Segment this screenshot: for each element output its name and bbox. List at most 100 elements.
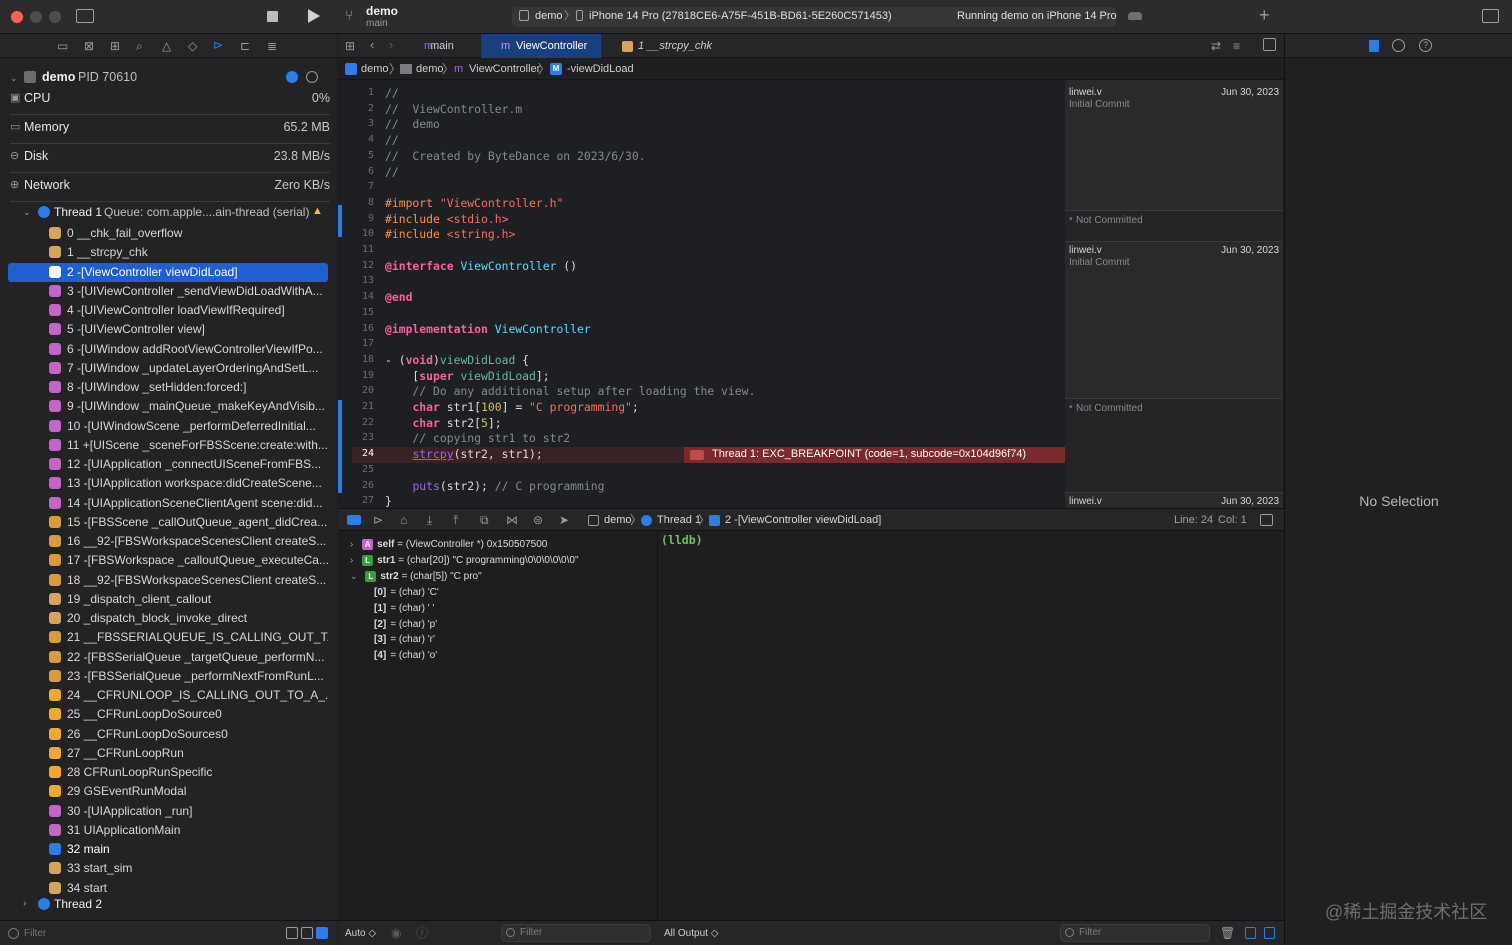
stack-frame[interactable]: 32 main xyxy=(8,840,328,859)
stack-frame[interactable]: 33 start_sim xyxy=(8,859,328,878)
line-number[interactable]: 20 xyxy=(338,385,374,396)
thread-2-row[interactable]: › Thread 2 xyxy=(8,896,328,914)
debug-thread[interactable]: Thread 1 xyxy=(657,514,701,526)
continue-icon[interactable]: ⊳ xyxy=(373,513,383,527)
code-line[interactable]: 10 #include <string.h> xyxy=(338,226,1065,242)
stack-frame[interactable]: 9 -[UIWindow _mainQueue_makeKeyAndVisib.… xyxy=(8,397,328,416)
line-number[interactable]: 16 xyxy=(338,323,374,334)
jump-file[interactable]: ViewController xyxy=(469,58,540,80)
thread-filter-icon[interactable] xyxy=(316,927,328,939)
blame-entry[interactable]: linwei.v Initial Commit Jun 30, 2023 xyxy=(1065,242,1283,399)
back-icon[interactable]: ‹ xyxy=(370,38,374,52)
stack-frame[interactable]: 19 _dispatch_client_callout xyxy=(8,590,328,609)
stack-frame[interactable]: 10 -[UIWindowScene _performDeferredIniti… xyxy=(8,417,328,436)
code-line[interactable]: 15 xyxy=(338,305,1065,321)
show-console-icon[interactable] xyxy=(1264,927,1275,939)
gauge-disk[interactable]: ⊖ Disk 23.8 MB/s xyxy=(10,144,330,173)
code-line[interactable]: 27} xyxy=(338,493,1065,508)
line-number[interactable]: 3 xyxy=(338,118,374,129)
blame-entry[interactable]: • Not Committed xyxy=(1065,399,1283,493)
gauge-network[interactable]: ⊕ Network Zero KB/s xyxy=(10,173,330,202)
step-into-icon[interactable]: ⤓ xyxy=(427,513,432,527)
blame-entry[interactable]: linwei.v Initial Commit Jun 30, 2023 xyxy=(1065,80,1283,211)
disclosure-open-icon[interactable]: ⌄ xyxy=(23,205,31,219)
refresh-icon[interactable]: ⇄ xyxy=(1211,39,1221,53)
code-line[interactable]: 22 char str2[5]; xyxy=(338,415,1065,431)
disclosure-closed-icon[interactable]: › xyxy=(23,897,26,911)
line-number[interactable]: 15 xyxy=(338,307,374,318)
view-hierarchy-icon[interactable]: ⧉ xyxy=(480,513,489,527)
adjust-editor-icon[interactable]: ≡ xyxy=(1233,39,1240,53)
trash-icon[interactable]: 🗑 xyxy=(1220,926,1235,940)
array-element[interactable]: [0] = (char) 'C' xyxy=(374,587,439,598)
line-number[interactable]: 24 xyxy=(338,448,374,459)
stack-frame[interactable]: 11 +[UIScene _sceneForFBSScene:create:wi… xyxy=(8,436,328,455)
line-number[interactable]: 5 xyxy=(338,150,374,161)
crash-filter-icon[interactable] xyxy=(286,927,298,939)
run-icon[interactable] xyxy=(308,9,320,23)
code-line[interactable]: 8 #import "ViewController.h" xyxy=(338,195,1065,211)
file-inspector-icon[interactable] xyxy=(1369,40,1379,52)
source-editor[interactable]: 1 // 2 // ViewController.m 3 // demo 4 // 5 // Cr… xyxy=(338,80,1065,508)
disclosure-open-icon[interactable]: ⌄ xyxy=(350,571,358,581)
stack-frame[interactable]: 18 __92-[FBSWorkspaceScenesClient create… xyxy=(8,571,328,590)
debug-frame[interactable]: 2 -[ViewController viewDidLoad] xyxy=(725,514,881,526)
show-variables-icon[interactable] xyxy=(1245,927,1256,939)
code-line[interactable]: 11 xyxy=(338,242,1065,258)
variable-str2[interactable]: ⌄ Lstr2 = (char[5]) "C pro" xyxy=(350,571,482,582)
blame-entry[interactable]: • Not Committed xyxy=(1065,211,1283,242)
line-number[interactable]: 26 xyxy=(338,480,374,491)
code-line[interactable]: 2 // ViewController.m xyxy=(338,101,1065,117)
folder-icon[interactable]: ▭ xyxy=(57,39,68,53)
error-banner[interactable]: Thread 1: EXC_BREAKPOINT (code=1, subcod… xyxy=(684,447,1065,463)
stack-frame[interactable]: 1 __strcpy_chk xyxy=(8,243,328,262)
line-number[interactable]: 12 xyxy=(338,260,374,271)
find-icon[interactable]: ⌕ xyxy=(136,39,143,53)
console-filter[interactable]: Filter xyxy=(1060,924,1210,942)
line-number[interactable]: 18 xyxy=(338,354,374,365)
line-number[interactable]: 25 xyxy=(338,464,374,475)
line-number[interactable]: 23 xyxy=(338,432,374,443)
code-line[interactable]: 21 char str1[100] = "C programming"; xyxy=(338,399,1065,415)
stack-frame[interactable]: 3 -[UIViewController _sendViewDidLoadWit… xyxy=(8,282,328,301)
tab-strcpy-chk[interactable]: 1 __strcpy_chk xyxy=(602,34,722,58)
stack-frame[interactable]: 15 -[FBSScene _callOutQueue_agent_didCre… xyxy=(8,513,328,532)
stack-frame[interactable]: 14 -[UIApplicationSceneClientAgent scene… xyxy=(8,494,328,513)
code-line[interactable]: 17 xyxy=(338,336,1065,352)
disclosure-open-icon[interactable]: ⌄ xyxy=(10,71,18,85)
variables-scope-selector[interactable]: Auto ◇ xyxy=(345,928,376,939)
code-line[interactable]: 4 // xyxy=(338,132,1065,148)
disclosure-closed-icon[interactable]: › xyxy=(350,555,353,566)
stack-frame[interactable]: 13 -[UIApplication workspace:didCreateSc… xyxy=(8,474,328,493)
stack-frame[interactable]: 29 GSEventRunModal xyxy=(8,782,328,801)
sidebar-toggle-icon[interactable] xyxy=(76,9,94,23)
code-line[interactable]: 14 @end xyxy=(338,289,1065,305)
step-out-icon[interactable]: ⤒ xyxy=(453,513,458,527)
code-line[interactable]: 6 // xyxy=(338,164,1065,180)
symbol-icon[interactable]: ⊞ xyxy=(110,39,120,53)
stack-frame[interactable]: 7 -[UIWindow _updateLayerOrderingAndSetL… xyxy=(8,359,328,378)
variable-str1[interactable]: › Lstr1 = (char[20]) "C programming\0\0\… xyxy=(350,555,579,566)
array-element[interactable]: [4] = (char) 'o' xyxy=(374,650,437,661)
report-icon[interactable]: ≣ xyxy=(267,39,277,53)
stack-frame[interactable]: 4 -[UIViewController loadViewIfRequired] xyxy=(8,301,328,320)
stop-icon[interactable] xyxy=(267,11,278,22)
stack-frame[interactable]: 26 __CFRunLoopDoSources0 xyxy=(8,725,328,744)
stack-frame[interactable]: 17 -[FBSWorkspace _calloutQueue_executeC… xyxy=(8,551,328,570)
stack-frame[interactable]: 21 __FBSSERIALQUEUE_IS_CALLING_OUT_T... xyxy=(8,628,328,647)
disclosure-closed-icon[interactable]: › xyxy=(350,539,353,550)
tab-viewcontroller[interactable]: m ViewController xyxy=(481,34,601,58)
stack-frame[interactable]: 30 -[UIApplication _run] xyxy=(8,802,328,821)
code-line[interactable]: 9 #include <stdio.h> xyxy=(338,211,1065,227)
array-element[interactable]: [1] = (char) ' ' xyxy=(374,603,434,614)
code-line[interactable]: 13 xyxy=(338,273,1065,289)
hide-debug-area-icon[interactable] xyxy=(1260,514,1273,526)
line-number[interactable]: 2 xyxy=(338,103,374,114)
tab-main[interactable]: m main xyxy=(410,34,480,58)
gauge-memory[interactable]: ▭ Memory 65.2 MB xyxy=(10,115,330,144)
scheme-selector[interactable]: demo xyxy=(535,10,563,22)
line-number[interactable]: 10 xyxy=(338,228,374,239)
code-line[interactable]: 20 // Do any additional setup after load… xyxy=(338,383,1065,399)
eye-icon[interactable]: ◉ xyxy=(391,926,401,940)
stack-frame[interactable]: 24 __CFRUNLOOP_IS_CALLING_OUT_TO_A_... xyxy=(8,686,328,705)
